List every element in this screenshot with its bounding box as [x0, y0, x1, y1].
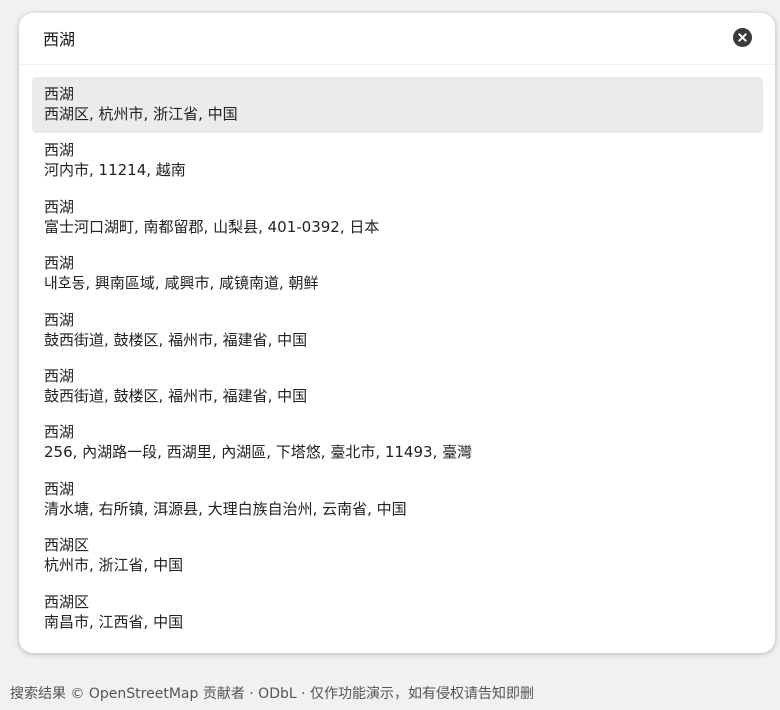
- result-item[interactable]: 西湖 256, 內湖路一段, 西湖里, 內湖區, 下塔悠, 臺北市, 11493,…: [32, 415, 763, 471]
- search-panel: 西湖西湖区, 杭州市, 浙江省, 中国西湖河内市, 11214, 越南西湖富士河…: [19, 13, 775, 653]
- result-address: 河内市, 11214, 越南: [44, 161, 186, 180]
- search-bar: [19, 13, 775, 65]
- result-name: 西湖区: [44, 592, 90, 611]
- result-item[interactable]: 西湖西湖区, 杭州市, 浙江省, 中国: [32, 77, 763, 133]
- result-address: 鼓西街道, 鼓楼区, 福州市, 福建省, 中国: [44, 386, 308, 405]
- result-item[interactable]: 西湖 河内市, 11214, 越南: [32, 133, 763, 189]
- result-item[interactable]: 西湖 富士河口湖町, 南都留郡, 山梨县, 401-0392, 日本: [32, 190, 763, 246]
- result-name: 西湖区: [44, 536, 90, 555]
- result-name: 西湖: [44, 310, 75, 329]
- result-item[interactable]: 西湖 清水塘, 右所镇, 洱源县, 大理白族自治州, 云南省, 中国: [32, 472, 763, 528]
- result-name: 西湖: [44, 423, 75, 442]
- result-address: 鼓西街道, 鼓楼区, 福州市, 福建省, 中国: [44, 330, 308, 349]
- result-item[interactable]: 西湖区 杭州市, 浙江省, 中国: [32, 528, 763, 584]
- result-item[interactable]: 西湖 내호동, 興南區域, 咸興市, 咸镜南道, 朝鲜: [32, 246, 763, 302]
- attribution-footer: 搜索结果 © OpenStreetMap 贡献者 · ODbL · 仅作功能演示…: [10, 686, 535, 702]
- search-input[interactable]: [43, 26, 683, 50]
- result-name: 西湖: [44, 197, 75, 216]
- clear-search-button[interactable]: [733, 28, 752, 47]
- result-address: 富士河口湖町, 南都留郡, 山梨县, 401-0392, 日本: [44, 217, 380, 236]
- close-icon: [738, 33, 747, 42]
- result-address: 清水塘, 右所镇, 洱源县, 大理白族自治州, 云南省, 中国: [44, 499, 407, 518]
- result-item[interactable]: 西湖 鼓西街道, 鼓楼区, 福州市, 福建省, 中国: [32, 303, 763, 359]
- search-results-list: 西湖 西湖区, 杭州市, 浙江省, 中国 西湖 河内市, 11214, 越南 西湖 富士河…: [32, 77, 763, 641]
- result-address: 西湖区, 杭州市, 浙江省, 中国: [44, 105, 238, 123]
- result-address: 杭州市, 浙江省, 中国: [44, 556, 184, 575]
- result-name: 西湖: [44, 141, 75, 160]
- result-name: 西湖: [44, 366, 75, 385]
- result-name: 西湖: [44, 85, 75, 103]
- result-name: 西湖: [44, 254, 75, 273]
- result-address: 내호동, 興南區域, 咸興市, 咸镜南道, 朝鲜: [44, 274, 319, 293]
- result-address: 256, 內湖路一段, 西湖里, 內湖區, 下塔悠, 臺北市, 11493, 臺…: [44, 443, 473, 462]
- result-address: 南昌市, 江西省, 中国: [44, 612, 184, 631]
- result-item[interactable]: 西湖区 南昌市, 江西省, 中国: [32, 585, 763, 641]
- result-name: 西湖: [44, 479, 75, 498]
- result-item[interactable]: 西湖 鼓西街道, 鼓楼区, 福州市, 福建省, 中国: [32, 359, 763, 415]
